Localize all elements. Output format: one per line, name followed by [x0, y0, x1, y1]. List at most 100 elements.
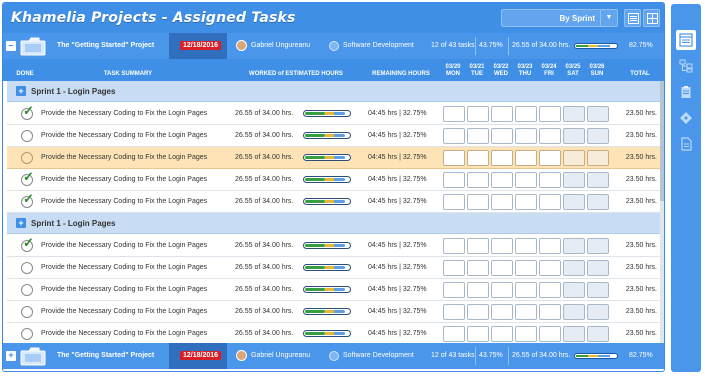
- day-hours-input[interactable]: [491, 194, 513, 210]
- scrollbar[interactable]: [660, 81, 664, 343]
- day-hours-input[interactable]: [491, 106, 513, 122]
- day-hours-input[interactable]: [563, 304, 585, 320]
- day-hours-input[interactable]: [467, 282, 489, 298]
- day-hours-input[interactable]: [443, 260, 465, 276]
- day-hours-input[interactable]: [587, 172, 609, 188]
- task-summary[interactable]: Provide the Necessary Coding to Fix the …: [41, 264, 207, 271]
- day-hours-input[interactable]: [491, 238, 513, 254]
- task-done-checkbox[interactable]: ✓: [21, 192, 34, 208]
- chevron-down-icon[interactable]: ▼: [600, 10, 617, 26]
- task-done-checkbox[interactable]: [21, 328, 33, 340]
- day-hours-input[interactable]: [467, 194, 489, 210]
- day-hours-input[interactable]: [587, 106, 609, 122]
- day-hours-input[interactable]: [515, 326, 537, 342]
- task-row[interactable]: ✓ Provide the Necessary Coding to Fix the…: [7, 191, 660, 213]
- day-hours-input[interactable]: [515, 150, 537, 166]
- col-day-6[interactable]: 03/26 SUN: [585, 64, 609, 78]
- day-hours-input[interactable]: [491, 260, 513, 276]
- task-done-checkbox[interactable]: [21, 284, 33, 296]
- day-hours-input[interactable]: [443, 128, 465, 144]
- day-hours-input[interactable]: [563, 172, 585, 188]
- day-hours-input[interactable]: [539, 106, 561, 122]
- day-hours-input[interactable]: [491, 282, 513, 298]
- task-done-checkbox[interactable]: [21, 152, 33, 164]
- view-mode-select[interactable]: By Sprint ▼: [501, 9, 618, 27]
- sprint-row[interactable]: + Sprint 1 - Login Pages: [7, 81, 660, 102]
- task-summary[interactable]: Provide the Necessary Coding to Fix the …: [41, 110, 207, 117]
- task-summary[interactable]: Provide the Necessary Coding to Fix the …: [41, 308, 207, 315]
- day-hours-input[interactable]: [587, 326, 609, 342]
- day-hours-input[interactable]: [491, 128, 513, 144]
- expand-sprint-button[interactable]: +: [16, 86, 26, 96]
- day-hours-input[interactable]: [515, 128, 537, 144]
- day-hours-input[interactable]: [539, 128, 561, 144]
- scrollbar-thumb[interactable]: [660, 81, 664, 201]
- day-hours-input[interactable]: [443, 238, 465, 254]
- col-remaining-hours[interactable]: REMAINING HOURS: [361, 71, 441, 78]
- task-row[interactable]: Provide the Necessary Coding to Fix the …: [7, 147, 660, 169]
- task-row[interactable]: ✓ Provide the Necessary Coding to Fix the…: [7, 169, 660, 191]
- project-name[interactable]: The "Getting Started" Project: [57, 352, 154, 359]
- day-hours-input[interactable]: [491, 304, 513, 320]
- col-worked-hours[interactable]: WORKED of ESTIMATED HOURS: [231, 71, 361, 78]
- sidebar-item-clipboard[interactable]: [676, 82, 696, 102]
- col-day-1[interactable]: 03/21 TUE: [465, 64, 489, 78]
- task-summary[interactable]: Provide the Necessary Coding to Fix the …: [41, 154, 207, 161]
- task-done-checkbox[interactable]: ✓: [21, 170, 34, 186]
- day-hours-input[interactable]: [539, 194, 561, 210]
- day-hours-input[interactable]: [443, 150, 465, 166]
- day-hours-input[interactable]: [539, 150, 561, 166]
- task-row[interactable]: Provide the Necessary Coding to Fix the …: [7, 279, 660, 301]
- task-summary[interactable]: Provide the Necessary Coding to Fix the …: [41, 132, 207, 139]
- col-day-0[interactable]: 03/20 MON: [441, 64, 465, 78]
- col-day-4[interactable]: 03/24 FRI: [537, 64, 561, 78]
- day-hours-input[interactable]: [563, 282, 585, 298]
- day-hours-input[interactable]: [467, 106, 489, 122]
- day-hours-input[interactable]: [539, 304, 561, 320]
- day-hours-input[interactable]: [443, 194, 465, 210]
- day-hours-input[interactable]: [587, 282, 609, 298]
- day-hours-input[interactable]: [587, 128, 609, 144]
- task-summary[interactable]: Provide the Necessary Coding to Fix the …: [41, 198, 207, 205]
- day-hours-input[interactable]: [443, 106, 465, 122]
- day-hours-input[interactable]: [563, 194, 585, 210]
- sprint-row[interactable]: + Sprint 1 - Login Pages: [7, 213, 660, 234]
- task-summary[interactable]: Provide the Necessary Coding to Fix the …: [41, 330, 207, 337]
- task-summary[interactable]: Provide the Necessary Coding to Fix the …: [41, 176, 207, 183]
- day-hours-input[interactable]: [467, 238, 489, 254]
- task-done-checkbox[interactable]: [21, 262, 33, 274]
- sidebar-item-document[interactable]: [676, 134, 696, 154]
- day-hours-input[interactable]: [539, 238, 561, 254]
- task-row[interactable]: Provide the Necessary Coding to Fix the …: [7, 125, 660, 147]
- day-hours-input[interactable]: [515, 194, 537, 210]
- day-hours-input[interactable]: [587, 304, 609, 320]
- day-hours-input[interactable]: [539, 260, 561, 276]
- day-hours-input[interactable]: [515, 260, 537, 276]
- day-hours-input[interactable]: [467, 172, 489, 188]
- day-hours-input[interactable]: [443, 326, 465, 342]
- day-hours-input[interactable]: [491, 326, 513, 342]
- day-hours-input[interactable]: [515, 106, 537, 122]
- col-total[interactable]: TOTAL: [623, 71, 657, 78]
- task-row[interactable]: Provide the Necessary Coding to Fix the …: [7, 323, 660, 345]
- list-view-button[interactable]: [624, 9, 641, 27]
- day-hours-input[interactable]: [563, 150, 585, 166]
- task-summary[interactable]: Provide the Necessary Coding to Fix the …: [41, 286, 207, 293]
- day-hours-input[interactable]: [467, 326, 489, 342]
- col-day-5[interactable]: 03/25 SAT: [561, 64, 585, 78]
- task-done-checkbox[interactable]: ✓: [21, 104, 34, 120]
- sidebar-item-tag[interactable]: [676, 108, 696, 128]
- day-hours-input[interactable]: [515, 282, 537, 298]
- day-hours-input[interactable]: [515, 172, 537, 188]
- day-hours-input[interactable]: [539, 326, 561, 342]
- day-hours-input[interactable]: [515, 304, 537, 320]
- collapse-project-button[interactable]: +: [6, 351, 16, 361]
- day-hours-input[interactable]: [563, 326, 585, 342]
- day-hours-input[interactable]: [467, 128, 489, 144]
- grid-view-button[interactable]: [643, 9, 660, 27]
- day-hours-input[interactable]: [515, 238, 537, 254]
- day-hours-input[interactable]: [587, 260, 609, 276]
- sidebar-item-tasks[interactable]: [676, 30, 696, 50]
- day-hours-input[interactable]: [491, 172, 513, 188]
- day-hours-input[interactable]: [443, 282, 465, 298]
